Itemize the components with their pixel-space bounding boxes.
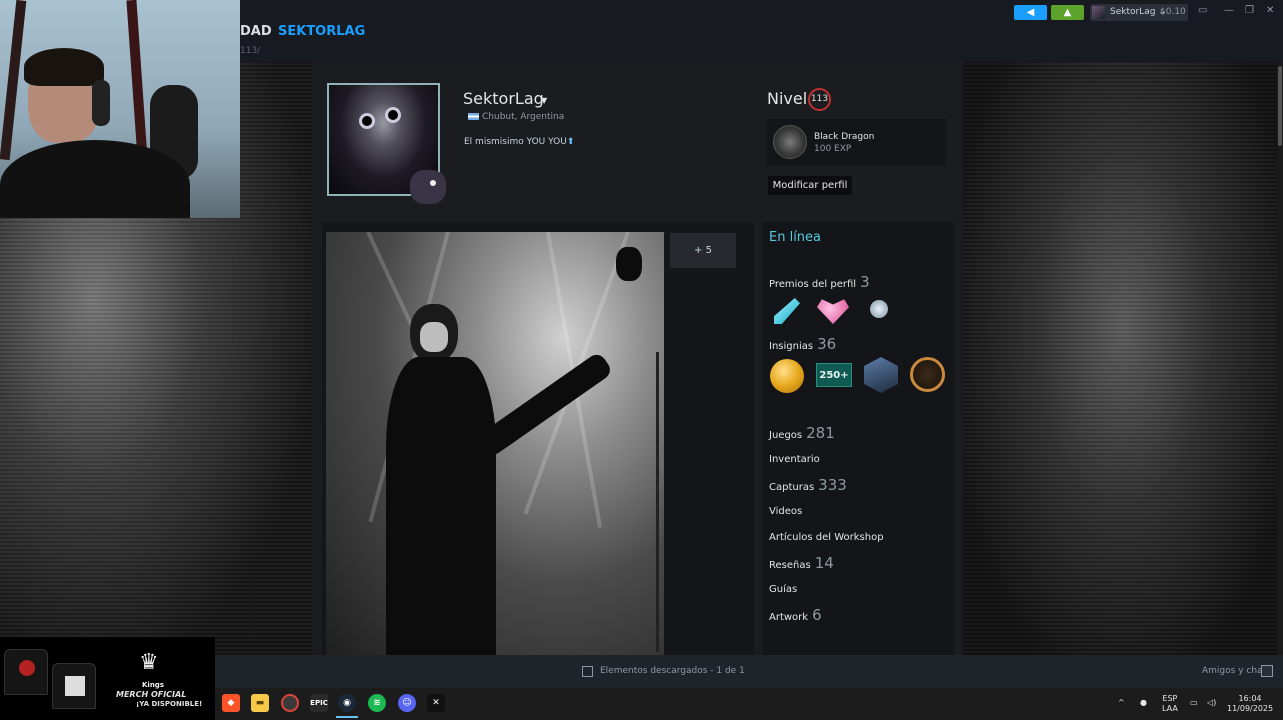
level-badge[interactable]: 113: [808, 88, 831, 111]
singer-arm: [476, 350, 614, 459]
argentina-flag-icon: [468, 113, 479, 120]
downloads-status[interactable]: Elementos descargados - 1 de 1: [600, 666, 745, 676]
scrollbar-track[interactable]: [1277, 62, 1283, 655]
breadcrumb-url: 113/: [240, 46, 261, 56]
microphone-icon[interactable]: ●: [1140, 698, 1147, 708]
inventory-link[interactable]: Inventario: [769, 454, 820, 465]
profile-background-right: [963, 62, 1283, 655]
mic-stand: [656, 352, 659, 652]
avatar: [1092, 6, 1105, 19]
friends-chat-button[interactable]: Amigos y chat: [1202, 666, 1266, 676]
account-name: SektorLag ⌄: [1110, 7, 1166, 17]
clock[interactable]: 16:04 11/09/2025: [1227, 694, 1273, 714]
up-arrow-icon: ⬆: [566, 137, 575, 147]
scrollbar-thumb[interactable]: [1278, 66, 1282, 146]
workshop-link[interactable]: Artículos del Workshop: [769, 532, 884, 543]
avatar-eye-right: [385, 107, 401, 123]
nav-item-community[interactable]: DAD: [240, 24, 272, 39]
chevron-down-icon[interactable]: ▼: [541, 96, 547, 105]
wallet-balance: $0.10: [1160, 7, 1186, 17]
kings-crown-icon: ♛: [139, 650, 159, 675]
guitar: [126, 0, 148, 161]
merch-subtitle: ¡YA DISPONIBLE!: [136, 700, 203, 708]
language-indicator[interactable]: ESP LAA: [1162, 694, 1178, 714]
steam-icon[interactable]: ◉: [338, 694, 356, 712]
chat-icon[interactable]: [1261, 665, 1273, 677]
showcase-screenshot[interactable]: [326, 232, 664, 655]
monitor-icon[interactable]: ▭: [1198, 5, 1207, 16]
artwork-link[interactable]: Artwork 6: [769, 606, 822, 624]
guides-link[interactable]: Guías: [769, 584, 797, 595]
nav-item-profile[interactable]: SEKTORLAG: [278, 24, 365, 39]
close-icon[interactable]: ✕: [1266, 5, 1274, 16]
reviews-link[interactable]: Reseñas 14: [769, 554, 834, 572]
profile-location: Chubut, Argentina: [468, 112, 564, 122]
badges-heading[interactable]: Insignias 36: [769, 335, 836, 353]
file-explorer-icon[interactable]: ▬: [251, 694, 269, 712]
webcam-overlay: [0, 0, 240, 218]
guitar: [0, 0, 27, 161]
singer-face: [420, 322, 448, 352]
screenshots-link[interactable]: Capturas 333: [769, 476, 847, 494]
discord-icon[interactable]: ☺: [398, 694, 416, 712]
videos-link[interactable]: Videos: [769, 506, 802, 517]
merch-title: MERCH OFICIAL: [116, 690, 187, 699]
shirt-print: [65, 676, 85, 696]
streamer-hair: [24, 48, 104, 86]
tshirt-front: [4, 649, 48, 695]
chevron-up-icon[interactable]: ^: [1118, 698, 1125, 708]
shirt-logo: [19, 660, 35, 676]
avatar-frame-creature: [410, 170, 446, 204]
singer-hand: [616, 247, 642, 281]
tshirt-back: [52, 663, 96, 709]
more-screenshots-button[interactable]: + 5: [670, 233, 736, 268]
account-menu[interactable]: SektorLag ⌄ $0.10: [1090, 4, 1188, 21]
singer-body: [386, 357, 496, 655]
avatar-frame-eye: [430, 180, 436, 186]
headphones: [92, 80, 110, 126]
level-label: Nivel: [767, 89, 808, 108]
volume-icon[interactable]: ◁): [1207, 698, 1216, 708]
capcut-icon[interactable]: ✕: [427, 694, 445, 712]
gold-coin-badge-icon[interactable]: [770, 359, 804, 393]
download-icon[interactable]: [582, 666, 593, 677]
games-link[interactable]: Juegos 281: [769, 424, 835, 442]
badge-name: Black Dragon: [814, 132, 875, 142]
avatar-eye-left: [359, 113, 375, 129]
notifications-button[interactable]: ▲: [1051, 5, 1084, 20]
bronze-badge-icon[interactable]: [910, 357, 945, 392]
badge-exp: 100 EXP: [814, 144, 852, 154]
orb-award-icon[interactable]: [870, 300, 888, 318]
epic-games-icon[interactable]: EPIC: [310, 694, 328, 712]
network-icon[interactable]: ▭: [1190, 698, 1198, 708]
brave-icon[interactable]: ◆: [222, 694, 240, 712]
dragon-badge-icon: [773, 125, 807, 159]
merch-brand: Kings: [142, 681, 164, 689]
megaphone-icon: ◀: [1026, 7, 1035, 18]
online-status: En línea: [769, 230, 822, 245]
edit-profile-button[interactable]: Modificar perfil: [768, 176, 852, 195]
years-service-badge[interactable]: 250+: [816, 363, 852, 387]
minimize-icon[interactable]: —: [1224, 5, 1234, 16]
bell-icon: ▲: [1063, 7, 1072, 18]
spotify-icon[interactable]: ≋: [368, 694, 386, 712]
announcements-button[interactable]: ◀: [1014, 5, 1047, 20]
persona-name: SektorLag: [463, 89, 544, 108]
chrome-icon[interactable]: [281, 694, 299, 712]
profile-summary: El mismisimo YOU YOU⬆: [464, 137, 575, 147]
maximize-icon[interactable]: ❐: [1245, 5, 1254, 16]
awards-heading[interactable]: Premios del perfil 3: [769, 273, 870, 291]
active-app-indicator: [336, 716, 358, 718]
